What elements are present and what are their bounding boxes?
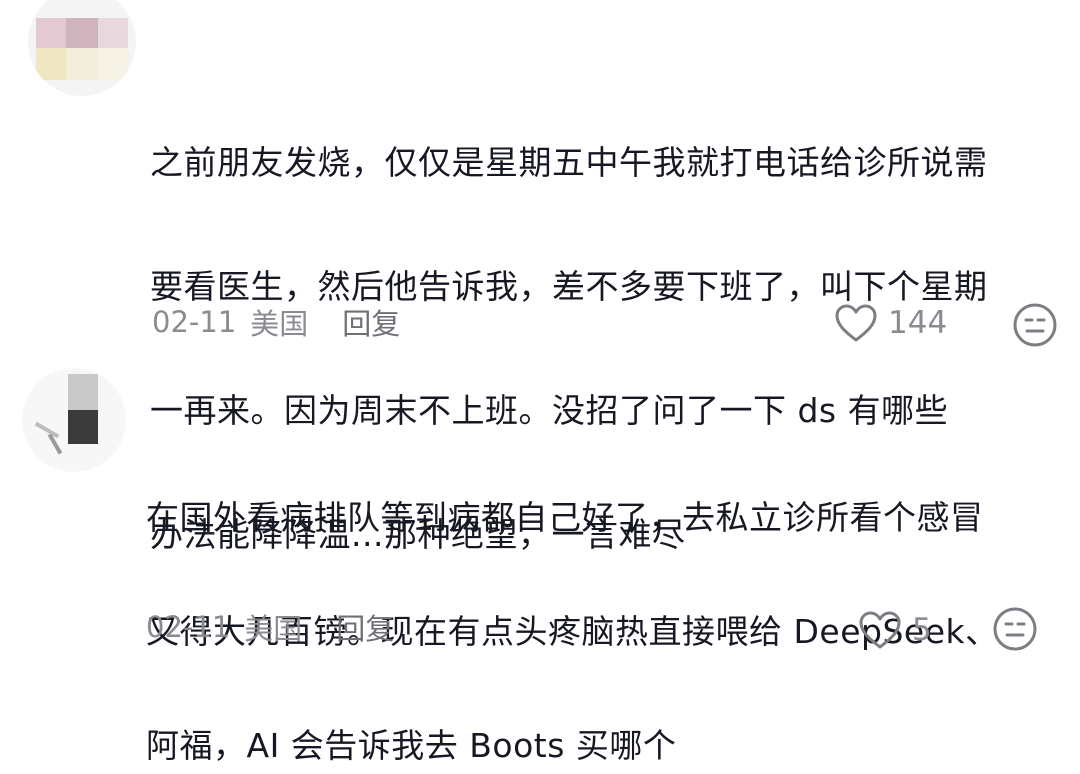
comment-location: 美国 <box>244 612 303 646</box>
avatar-pixel-block <box>98 48 128 80</box>
comment-date: 02-11 <box>146 610 231 644</box>
avatar-pixel-block <box>68 410 98 444</box>
heart-outline-icon <box>834 303 878 343</box>
reply-button[interactable]: 回复 <box>342 301 400 343</box>
avatar-pixel-block <box>36 48 66 80</box>
comment-text: 在国外看病排队等到病都自己好了，去私立诊所看个感冒 又得大几百镑。现在有点头疼脑… <box>146 432 999 774</box>
comment-item: 之前朋友发烧，仅仅是星期五中午我就打电话给诊所说需 要看医生，然后他告诉我，差不… <box>0 0 1080 554</box>
dislike-button[interactable] <box>992 606 1038 652</box>
comment-line: 在国外看病排队等到病都自己好了，去私立诊所看个感冒 <box>146 498 984 537</box>
avatar-pixel-block <box>36 18 66 48</box>
avatar-pixel-block <box>66 48 98 80</box>
neutral-face-icon <box>992 606 1038 652</box>
comment-meta: 02-11 美国 回复 <box>146 605 394 649</box>
comment-meta: 02-11 美国 回复 <box>152 300 400 344</box>
reply-button[interactable]: 回复 <box>336 606 394 648</box>
avatar-pixel-block <box>68 374 98 410</box>
like-button[interactable]: 5 <box>858 605 932 655</box>
avatar-pixel-block <box>66 18 98 48</box>
like-count: 144 <box>888 305 948 341</box>
heart-outline-icon <box>858 610 902 650</box>
comment-location: 美国 <box>250 307 309 341</box>
like-button[interactable]: 144 <box>834 298 947 348</box>
like-count: 5 <box>912 612 932 648</box>
comment-line: 之前朋友发烧，仅仅是星期五中午我就打电话给诊所说需 <box>150 143 988 182</box>
avatar-pixel-block <box>98 18 128 48</box>
dislike-button[interactable] <box>1012 302 1058 348</box>
neutral-face-icon <box>1012 302 1058 348</box>
comment-date: 02-11 <box>152 305 237 339</box>
avatar[interactable] <box>22 368 126 472</box>
avatar[interactable] <box>28 0 136 96</box>
comment-item: 在国外看病排队等到病都自己好了，去私立诊所看个感冒 又得大几百镑。现在有点头疼脑… <box>0 360 1080 765</box>
comment-line: 阿福，AI 会告诉我去 Boots 买哪个 <box>146 726 677 765</box>
